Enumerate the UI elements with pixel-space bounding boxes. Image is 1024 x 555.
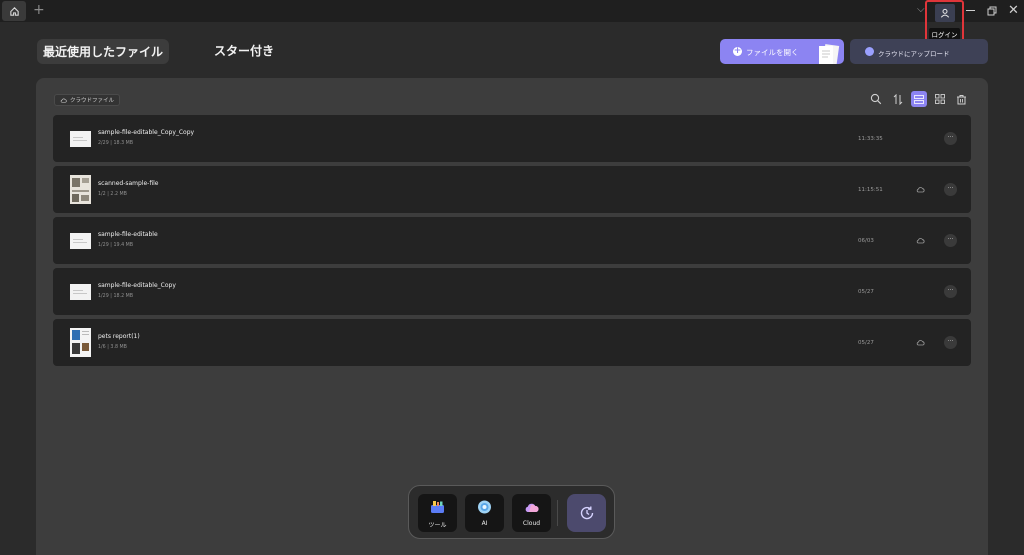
login-button[interactable]: ログイン: [925, 0, 964, 44]
bottom-dock: ツール AI Cloud: [408, 485, 615, 539]
restore-icon[interactable]: [987, 6, 997, 16]
file-thumbnail: [70, 328, 91, 357]
more-options-button[interactable]: ···: [944, 285, 957, 298]
user-avatar[interactable]: [935, 4, 955, 22]
dock-cloud-button[interactable]: Cloud: [512, 494, 551, 532]
file-row[interactable]: sample-file-editable_Copy_Copy 2/29 | 18…: [53, 115, 971, 162]
dock-ai-button[interactable]: AI: [465, 494, 504, 532]
file-date: 05/27: [858, 289, 874, 295]
file-name: pets report(1): [98, 333, 140, 340]
minimize-icon[interactable]: [966, 10, 975, 11]
file-date: 11:33:35: [858, 136, 883, 142]
trash-icon: [956, 94, 966, 104]
ai-icon: [478, 500, 491, 514]
upload-to-cloud-button[interactable]: クラウドにアップロード: [850, 39, 988, 64]
file-date: 11:15:51: [858, 187, 883, 193]
search-button[interactable]: [868, 91, 884, 107]
file-date: 06/03: [858, 238, 874, 244]
dock-tools-button[interactable]: ツール: [418, 494, 457, 532]
trash-button[interactable]: [953, 91, 969, 107]
cloud-files-label: クラウドファイル: [70, 98, 115, 104]
more-options-button[interactable]: ···: [944, 132, 957, 145]
list-view-button[interactable]: [911, 91, 927, 107]
file-row[interactable]: sample-file-editable 1/29 | 19.4 MB 06/0…: [53, 217, 971, 264]
open-file-label: ファイルを開く: [746, 48, 799, 57]
file-thumbnail: [70, 131, 91, 147]
chevron-down-icon[interactable]: ⌵: [917, 4, 925, 15]
file-thumbnail: [70, 175, 91, 204]
tab-starred[interactable]: スター付き: [214, 39, 274, 64]
documents-icon: [819, 44, 840, 64]
file-meta: 1/29 | 19.4 MB: [98, 243, 134, 248]
more-options-button[interactable]: ···: [944, 234, 957, 247]
dock-ai-label: AI: [481, 520, 488, 527]
close-icon[interactable]: ✕: [1008, 3, 1019, 18]
file-row[interactable]: scanned-sample-file 1/2 | 2.2 MB 11:15:5…: [53, 166, 971, 213]
cloud-icon: [60, 97, 67, 103]
home-tab[interactable]: [2, 1, 26, 21]
more-options-button[interactable]: ···: [944, 183, 957, 196]
files-panel: クラウドファイル sample-file-editable_Copy_Copy …: [36, 78, 988, 555]
list-view-icon: [914, 94, 924, 104]
file-meta: 1/6 | 3.8 MB: [98, 345, 127, 350]
file-date: 05/27: [858, 340, 874, 346]
file-name: sample-file-editable_Copy_Copy: [98, 129, 195, 136]
user-icon: [940, 8, 950, 18]
file-row[interactable]: pets report(1) 1/6 | 3.8 MB 05/27 ···: [53, 319, 971, 366]
upload-label: クラウドにアップロード: [878, 50, 950, 58]
cloud-icon: [916, 187, 925, 193]
dock-cloud-label: Cloud: [522, 520, 541, 527]
cloud-icon: [916, 238, 925, 244]
upload-icon: [865, 47, 874, 56]
grid-view-button[interactable]: [932, 91, 948, 107]
sync-icon: [580, 506, 593, 520]
grid-view-icon: [935, 94, 945, 104]
file-name: sample-file-editable: [98, 231, 158, 238]
open-file-button[interactable]: + ファイルを開く: [720, 39, 844, 64]
file-meta: 1/29 | 18.2 MB: [98, 294, 134, 299]
more-options-button[interactable]: ···: [944, 336, 957, 349]
cloud-files-chip[interactable]: クラウドファイル: [54, 94, 121, 106]
file-meta: 2/29 | 18.3 MB: [98, 141, 134, 146]
toolbox-icon: [431, 501, 444, 513]
file-row[interactable]: sample-file-editable_Copy 1/29 | 18.2 MB…: [53, 268, 971, 315]
dock-separator: [557, 500, 558, 526]
tab-recent-files[interactable]: 最近使用したファイル: [37, 39, 169, 64]
home-icon: [9, 6, 19, 16]
cloud-icon: [916, 340, 925, 346]
dock-tools-label: ツール: [428, 522, 447, 529]
file-list: sample-file-editable_Copy_Copy 2/29 | 18…: [53, 115, 971, 370]
cloud-icon: [525, 503, 539, 512]
file-name: scanned-sample-file: [98, 180, 159, 187]
plus-icon: +: [733, 46, 742, 56]
file-thumbnail: [70, 233, 91, 249]
file-meta: 1/2 | 2.2 MB: [98, 192, 127, 197]
file-name: sample-file-editable_Copy: [98, 282, 176, 289]
file-thumbnail: [70, 284, 91, 300]
dock-sync-button[interactable]: [567, 494, 606, 532]
new-tab-button[interactable]: +: [33, 2, 45, 18]
sort-icon: [893, 93, 903, 105]
title-bar: + ⌵ ログイン ✕: [0, 0, 1024, 44]
search-icon: [870, 93, 882, 105]
sort-button[interactable]: [890, 91, 906, 107]
